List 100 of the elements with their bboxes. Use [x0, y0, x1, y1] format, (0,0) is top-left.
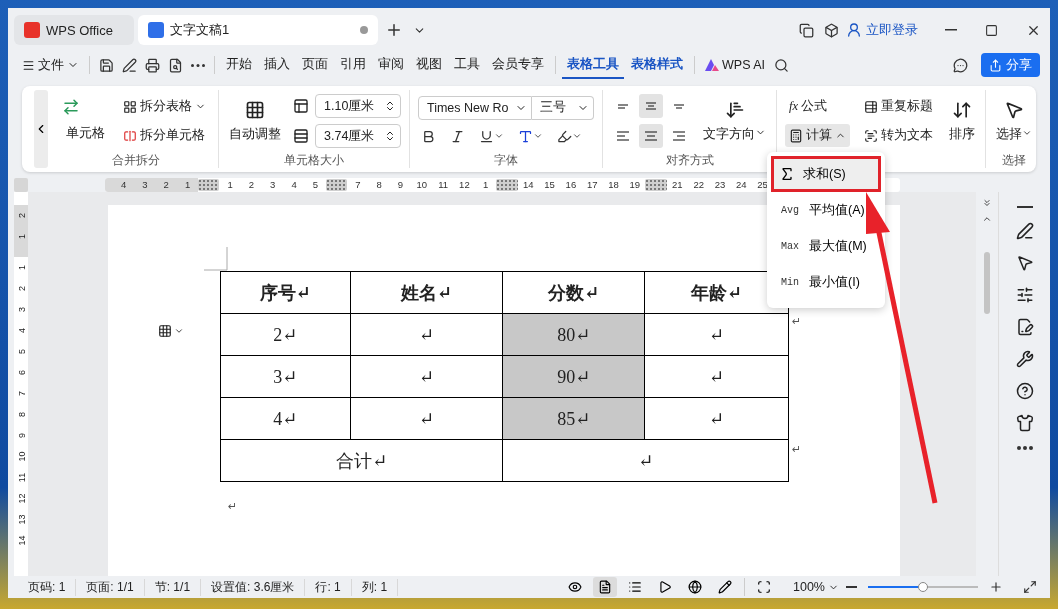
scrollbar-thumb[interactable]: [984, 252, 990, 314]
minimize-button[interactable]: [942, 26, 960, 34]
pen-icon: [1015, 222, 1034, 240]
menu-tab[interactable]: 工具: [449, 51, 485, 79]
font-size-field[interactable]: 三号: [532, 95, 594, 120]
menu-tab[interactable]: 表格工具: [562, 51, 624, 79]
zoom-out-button[interactable]: [843, 583, 860, 591]
row-end-mark: ↵: [792, 443, 802, 456]
save-icon: [99, 57, 114, 73]
tools-icon: [1015, 350, 1034, 368]
menu-item-label: 平均值(A): [809, 201, 865, 219]
repeat-header-button[interactable]: 重复标题: [860, 95, 937, 118]
table-cell: 3↵: [220, 355, 351, 398]
ruler-number: 12: [458, 178, 471, 192]
menu-item[interactable]: Min 最小值(I): [771, 264, 881, 300]
table-cell: 90↵: [502, 355, 645, 398]
table-cell: 85↵: [502, 397, 645, 440]
formula-button[interactable]: fx 公式: [785, 95, 850, 118]
zoom-dropdown[interactable]: 100%: [789, 577, 843, 597]
sort-button[interactable]: 排序: [947, 97, 977, 145]
ruler-marker[interactable]: [198, 179, 220, 191]
ruler-number: 10: [15, 450, 27, 464]
table-header-cell: 分数↵: [502, 271, 645, 314]
menu-tab[interactable]: 表格样式: [626, 51, 688, 79]
split-cells-button[interactable]: 拆分单元格: [119, 124, 210, 147]
menu-tab[interactable]: 插入: [259, 51, 295, 79]
merge-cells-button[interactable]: 单元格: [62, 121, 109, 145]
document-tab[interactable]: WPS Office: [14, 15, 134, 45]
ruler-marker[interactable]: [496, 179, 518, 191]
ruler-number: 11: [437, 178, 450, 192]
ruler-number: 23: [713, 178, 727, 192]
document-tab[interactable]: 文字文稿1: [138, 15, 378, 45]
row-height-field[interactable]: 1.10厘米: [315, 94, 401, 118]
menu-item[interactable]: Avg 平均值(A): [771, 192, 881, 228]
table-cell: ↵: [644, 313, 789, 356]
file-menu[interactable]: 文件: [18, 53, 83, 77]
column-width-field[interactable]: 3.74厘米: [315, 124, 401, 148]
ruler-number: 14: [522, 178, 535, 192]
page-icon: [598, 580, 612, 594]
plus-icon: [385, 21, 403, 39]
table-icon: [245, 99, 265, 120]
convert-to-text-button[interactable]: 转为文本: [860, 124, 937, 147]
align-button[interactable]: [639, 124, 663, 148]
ruler-number: 4: [290, 178, 298, 192]
ruler-marker[interactable]: [645, 179, 667, 191]
group-label: 选择: [1001, 152, 1027, 168]
globe-icon: [688, 580, 702, 594]
more-icon: [1016, 446, 1033, 450]
ruler-number: 2: [247, 178, 256, 192]
view-button[interactable]: [593, 577, 617, 597]
ruler-number: 4: [15, 327, 27, 335]
align-button[interactable]: [639, 94, 663, 118]
table-header-cell: 姓名↵: [350, 271, 503, 314]
menu-tab[interactable]: 页面: [297, 51, 333, 79]
split-table-button[interactable]: 拆分表格: [119, 95, 210, 118]
menu-tab[interactable]: 开始: [221, 51, 257, 79]
ruler-number: 1: [482, 178, 490, 192]
avatar-icon[interactable]: [846, 22, 862, 38]
menu-item-label: 最大值(M): [809, 237, 867, 255]
preview-icon: [168, 57, 183, 73]
login-link[interactable]: 立即登录: [866, 21, 918, 39]
status-text: 列: 1: [351, 578, 399, 596]
ruler-marker[interactable]: [325, 179, 348, 191]
ruler-number: 18: [607, 178, 620, 192]
ruler-number: 22: [692, 178, 705, 192]
table-cell: ↵: [644, 355, 789, 398]
grid-icon: [123, 99, 137, 114]
menu-tab[interactable]: 审阅: [373, 51, 409, 79]
ruler-number: 1: [15, 264, 27, 272]
text-direction-button[interactable]: 文字方向: [701, 97, 768, 145]
menu-item[interactable]: Max 最大值(M): [771, 228, 881, 264]
table-cell: ↵: [350, 313, 503, 356]
auto-fit-button[interactable]: 自动调整: [227, 97, 283, 145]
zoom-thumb[interactable]: [918, 582, 928, 592]
menu-item[interactable]: 求和(S): [771, 156, 881, 192]
chat-icon: [953, 57, 968, 73]
table-cell: ↵: [350, 397, 503, 440]
printer-icon: [145, 57, 160, 73]
menu-tab[interactable]: 视图: [411, 51, 447, 79]
font-name-field[interactable]: Times New Ro: [418, 95, 532, 120]
status-text: 设置值: 3.6厘米: [201, 578, 306, 596]
ruler-number: 17: [585, 178, 599, 192]
ai-button[interactable]: WPS AI: [701, 55, 770, 75]
share-button[interactable]: 分享: [981, 53, 1040, 77]
play-icon: [658, 580, 672, 594]
menu-tab[interactable]: 会员专享: [487, 51, 549, 79]
select-button[interactable]: 选择: [994, 97, 1034, 145]
ruler-number: 19: [628, 178, 642, 192]
ruler-number: 12: [15, 492, 27, 506]
ruler-number: 15: [543, 178, 556, 192]
row-height-icon: [293, 98, 309, 114]
calculate-button[interactable]: 计算: [785, 124, 850, 147]
fullscreen-icon: [1023, 580, 1037, 594]
menu-tab[interactable]: 引用: [335, 51, 371, 79]
ruler-number: 13: [15, 513, 27, 527]
table-cell: ↵: [502, 439, 789, 482]
caret-icon: [174, 326, 184, 336]
ruler-number: 24: [734, 178, 748, 192]
group-label: 合并拆分: [111, 152, 161, 168]
ruler-number: 9: [396, 178, 405, 192]
